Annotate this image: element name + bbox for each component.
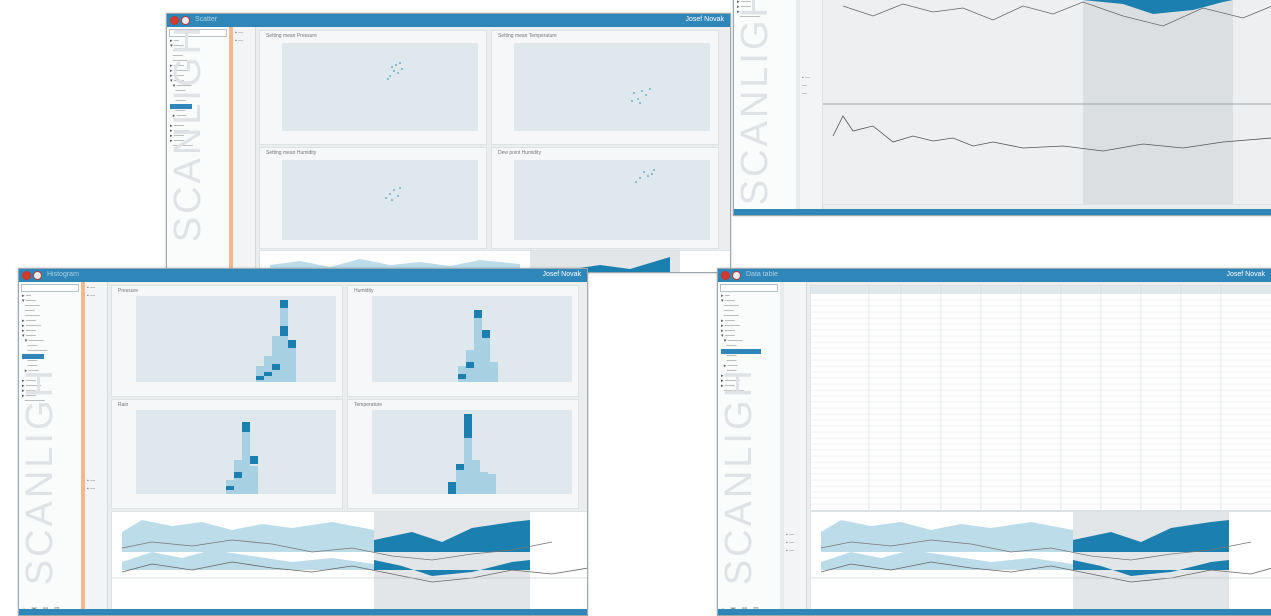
timeline-panel[interactable] <box>111 511 588 611</box>
window-controls[interactable] <box>721 271 741 280</box>
panel-title: Temperature <box>354 402 383 408</box>
scatter-plot <box>385 187 401 201</box>
plot-area <box>514 160 710 240</box>
scatter-panel: Setting mean Temperature <box>491 30 719 145</box>
brand-watermark: SCANLIGH <box>19 366 61 585</box>
histogram-plot <box>448 414 496 494</box>
minimize-icon[interactable] <box>732 271 741 280</box>
histogram-plot <box>226 422 258 494</box>
panel-title: Setting mean Pressure <box>266 33 317 39</box>
side-panel[interactable]: ▪ — — — <box>800 0 823 215</box>
histogram-panel: Rain <box>111 399 343 509</box>
side-item[interactable]: ▪ — <box>235 30 253 36</box>
plot-area <box>136 410 336 494</box>
side-panel[interactable]: ▪ — ▪ — ▪ — <box>784 282 807 615</box>
side-item[interactable]: ▪ — <box>87 285 105 291</box>
panel-title: Dew point Humidity <box>498 150 542 156</box>
status-bar <box>718 609 1271 615</box>
titlebar: Data table Josef Novak <box>718 269 1271 282</box>
side-item[interactable]: ▪ — <box>786 540 804 546</box>
tree-selector[interactable] <box>21 284 79 292</box>
navigation-tree[interactable]: ▸ — ▾ —— ——— —— ——— ▸ —— ▸ ——— ▸ —— ▾ ——… <box>718 282 781 615</box>
panel-title: Pressure <box>118 288 139 294</box>
minimize-icon[interactable] <box>33 271 42 280</box>
side-item[interactable]: ▪ — <box>87 478 105 484</box>
histogram-panel: Humidity <box>347 285 579 397</box>
close-icon[interactable] <box>721 271 730 280</box>
navigation-tree[interactable]: ▸ —— ▸ —— ▸ —— ▸ —— ———— SCANLIGH <box>734 0 797 215</box>
status-bar <box>734 209 1271 215</box>
plot-area <box>372 410 572 494</box>
window-table: Data table Josef Novak ▸ — ▾ —— ——— —— —… <box>717 268 1271 616</box>
side-item[interactable]: — <box>802 91 820 97</box>
timeline-panel[interactable] <box>810 511 1271 611</box>
data-table[interactable] <box>810 285 1271 511</box>
side-item[interactable]: ▪ — <box>786 548 804 554</box>
scatter-panel: Setting mean Pressure <box>259 30 487 145</box>
navigation-tree[interactable]: ▸ — ▾ —— ——— —— ——— ▸ —— ▸ ——— ▸ —— ▾ ——… <box>19 282 82 615</box>
plot-area <box>372 296 572 382</box>
tree-node[interactable]: ———— <box>22 349 81 354</box>
plot-area <box>282 43 478 131</box>
window-scatter: Scatter Josef Novak ▸ — ▾ —— ——— —— ——— … <box>166 13 731 273</box>
histogram-panel: Pressure <box>111 285 343 397</box>
plot-area <box>136 296 336 382</box>
titlebar: Histogram Josef Novak <box>19 269 587 282</box>
window-title: Scatter <box>195 16 218 23</box>
scatter-panel: Dew point Humidity <box>491 147 719 249</box>
timeline-chart[interactable] <box>112 512 588 610</box>
user-name: Josef Novak <box>685 16 724 23</box>
plot-area <box>514 43 710 131</box>
window-title: Histogram <box>47 271 79 278</box>
brand-watermark: SCANLIGH <box>718 366 760 585</box>
table-grid[interactable] <box>811 286 1271 510</box>
window-controls[interactable] <box>22 271 42 280</box>
user-name: Josef Novak <box>542 271 581 278</box>
side-panel[interactable]: ▪ — ▪ — <box>233 27 256 272</box>
scatter-plot <box>387 62 403 80</box>
scatter-panel: Setting mean Humidity <box>259 147 487 249</box>
timeline-chart[interactable] <box>811 512 1271 610</box>
navigation-tree[interactable]: ▸ — ▾ —— ——— —— ——— ▸ —— ▸ ——— ▸ —— ▾ ——… <box>167 23 230 272</box>
histogram-panel: Temperature <box>347 399 579 509</box>
side-item[interactable]: — <box>802 83 820 89</box>
user-name: Josef Novak <box>1226 271 1265 278</box>
side-item[interactable]: ▪ — <box>235 38 253 44</box>
scatter-plot <box>635 169 655 183</box>
tree-selector[interactable] <box>720 284 778 292</box>
timeseries-chart[interactable] <box>823 0 1271 204</box>
side-item[interactable]: ▪ — <box>87 486 105 492</box>
side-item[interactable]: ▪ — <box>786 532 804 538</box>
brand-watermark: SCANLIGH <box>734 0 776 205</box>
histogram-plot <box>256 300 296 382</box>
panel-title: Rain <box>118 402 129 408</box>
titlebar: Scatter Josef Novak <box>167 14 730 27</box>
side-panel[interactable]: ▪ — ▪ — ▪ — ▪ — <box>85 282 108 615</box>
panel-title: Setting mean Temperature <box>498 33 557 39</box>
scatter-plot <box>631 88 651 104</box>
plot-area <box>282 160 478 240</box>
histogram-plot <box>458 310 498 382</box>
window-histogram: Histogram Josef Novak ▸ — ▾ —— ——— —— ——… <box>18 268 588 616</box>
timeseries-chart-area[interactable] <box>822 0 1271 205</box>
brand-watermark: SCANLIGH <box>167 23 209 242</box>
window-timeseries: ▸ —— ▸ —— ▸ —— ▸ —— ———— SCANLIGH ▪ — — — <box>733 0 1271 216</box>
close-icon[interactable] <box>22 271 31 280</box>
panel-title: Setting mean Humidity <box>266 150 317 156</box>
panel-title: Humidity <box>354 288 374 294</box>
status-bar <box>19 609 587 615</box>
side-item[interactable]: ▪ — <box>802 75 820 81</box>
side-item[interactable]: ▪ — <box>87 293 105 299</box>
window-title: Data table <box>746 271 778 278</box>
